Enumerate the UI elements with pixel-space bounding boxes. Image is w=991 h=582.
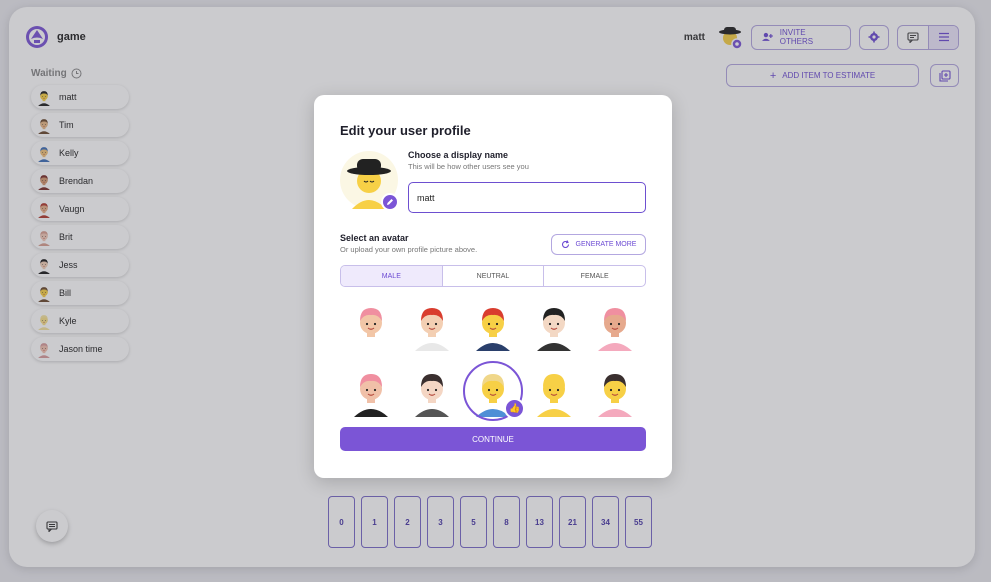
thumbs-up-icon: 👍: [504, 398, 526, 419]
display-name-label: Choose a display name: [408, 150, 509, 160]
avatar-dark-bun[interactable]: [524, 295, 585, 355]
display-name-hint: This will be how other users see you: [408, 162, 529, 171]
avatar-red-hair[interactable]: [401, 295, 462, 355]
avatar-section-hint: Or upload your own profile picture above…: [340, 245, 478, 254]
refresh-icon: [561, 240, 569, 248]
avatar-dark-quiff[interactable]: [585, 361, 646, 421]
avatar-glasses-blonde[interactable]: 👍: [462, 361, 526, 421]
avatar-bald[interactable]: [524, 361, 585, 421]
dialog-title: Edit your user profile: [340, 123, 471, 138]
tab-neutral[interactable]: NEUTRAL: [441, 266, 544, 286]
generate-more-label: GENERATE MORE: [575, 241, 637, 248]
tab-female[interactable]: FEMALE: [543, 266, 645, 286]
pencil-icon: [387, 199, 393, 205]
avatar-pink-hoodie[interactable]: [340, 361, 401, 421]
avatar-dark-hair[interactable]: [401, 361, 462, 421]
avatar-pink-afro[interactable]: [340, 295, 401, 355]
display-name-input[interactable]: [408, 182, 646, 213]
avatar-pink-beard[interactable]: [585, 295, 646, 355]
avatar-category-tabs: MALE NEUTRAL FEMALE: [340, 265, 646, 287]
generate-more-button[interactable]: GENERATE MORE: [551, 234, 646, 255]
edit-avatar-button[interactable]: [381, 193, 399, 211]
tab-male[interactable]: MALE: [341, 266, 442, 286]
continue-button[interactable]: CONTINUE: [340, 427, 646, 451]
edit-profile-dialog: Edit your user profile Choose a display …: [314, 95, 672, 478]
avatar-red-quiff[interactable]: [462, 295, 523, 355]
avatar-grid: 👍: [340, 295, 646, 421]
avatar-section-label: Select an avatar: [340, 233, 409, 243]
